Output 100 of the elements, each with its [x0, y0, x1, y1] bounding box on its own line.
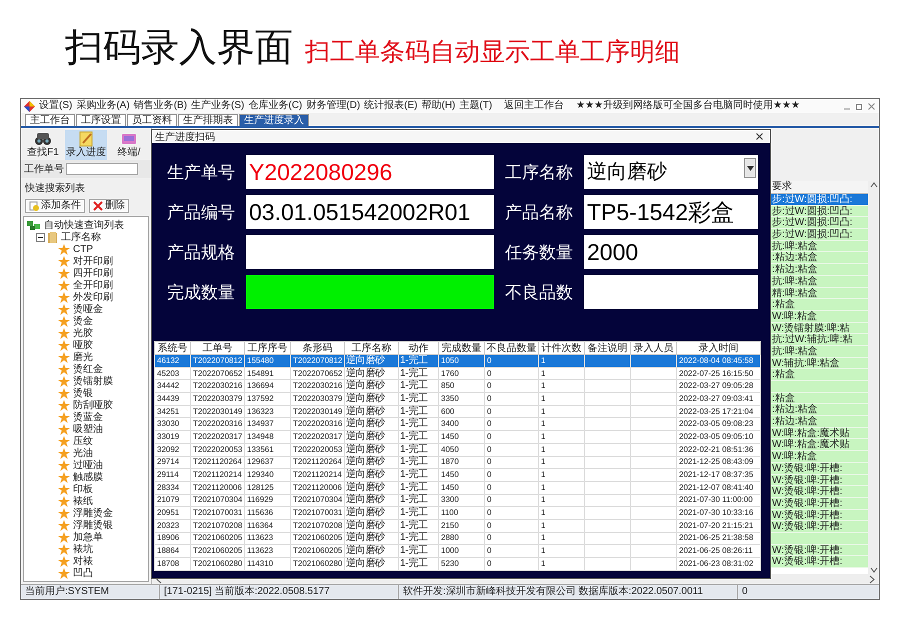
tree-item[interactable]: 烫红金 — [73, 362, 103, 376]
tree-item[interactable]: 压纹 — [73, 434, 93, 448]
table-cell: 抗:啤:粘盒 — [770, 240, 868, 252]
tree-item[interactable]: 烫哑金 — [73, 302, 103, 316]
input-field[interactable] — [584, 275, 758, 309]
column-header[interactable]: 条形码 — [290, 342, 344, 354]
tree-item[interactable]: 工序名称 — [61, 230, 101, 244]
table-cell: W:烫银:啤:开槽: — [770, 486, 868, 498]
scroll-down-icon[interactable] — [868, 566, 878, 574]
collapse-icon[interactable] — [36, 232, 45, 242]
column-header[interactable]: 备注说明 — [584, 342, 630, 354]
toolbar-button[interactable]: 录入进度 — [65, 130, 107, 160]
tree-item[interactable]: 加急单 — [73, 530, 103, 544]
column-header[interactable]: 工单号 — [190, 342, 244, 354]
table-cell: 逆向磨砂 — [346, 418, 385, 430]
column-header[interactable]: 计件次数 — [538, 342, 584, 354]
toolbar-button[interactable]: 终端/ — [109, 130, 149, 160]
tree-item[interactable]: 凹凸 — [73, 566, 93, 580]
tree-item[interactable]: 裱坑 — [73, 542, 93, 556]
table-cell: 2022-08-04 08:45:58 — [679, 356, 754, 365]
order-input[interactable] — [66, 163, 138, 175]
menu-item[interactable]: 采购业务(A) — [76, 100, 130, 112]
tree-item[interactable]: 印板 — [73, 482, 93, 496]
column-header[interactable]: 工序名称 — [344, 342, 398, 354]
menu-item[interactable]: 仓库业务(C) — [248, 100, 302, 112]
panel-button[interactable]: 添加条件 — [25, 199, 85, 213]
tree-item[interactable]: 浮雕烫银 — [73, 518, 113, 532]
column-header[interactable]: 录入时间 — [676, 342, 760, 354]
tab[interactable]: 生产排期表 — [178, 114, 238, 126]
tab[interactable]: 工序设置 — [76, 114, 126, 126]
tree-item[interactable]: 烫银 — [73, 386, 93, 400]
scroll-up-icon[interactable] — [868, 181, 878, 189]
input-field[interactable]: TP5-1542彩盒 — [584, 195, 758, 229]
input-field[interactable]: 03.01.051542002R01 — [246, 195, 494, 229]
menu-item[interactable]: 主题(T) — [459, 100, 492, 112]
table-cell: T2022030379 — [293, 394, 342, 403]
tree-item[interactable]: 烫蓝金 — [73, 410, 103, 424]
table-cell: 1-完工 — [400, 482, 428, 493]
column-header[interactable]: 完成数量 — [438, 342, 484, 354]
table-cell: 2022-03-27 09:05:28 — [679, 381, 754, 390]
tree-item[interactable]: 四开印刷 — [73, 266, 113, 280]
restore-icon[interactable] — [855, 102, 864, 110]
tree-item[interactable]: CTP — [73, 244, 93, 254]
column-header[interactable]: 要求 — [770, 181, 868, 194]
table-cell: 2022-03-05 09:08:23 — [679, 419, 754, 428]
tree-item[interactable]: 全开印刷 — [73, 278, 113, 292]
menu-item[interactable]: 统计报表(E) — [364, 100, 418, 112]
tree-item[interactable]: 光胶 — [73, 326, 93, 340]
tree-item[interactable]: 自动快速查询列表 — [44, 218, 124, 232]
table-cell: 逆向磨砂 — [346, 368, 385, 379]
tree-item[interactable]: 裱纸 — [73, 494, 93, 508]
menu-item[interactable]: 生产业务(S) — [191, 100, 244, 112]
column-header[interactable]: 动作 — [398, 342, 438, 354]
tree-item[interactable]: 烫镭射膜 — [73, 374, 113, 388]
table-cell: 3300 — [441, 495, 459, 504]
menu-item[interactable]: 设置(S) — [39, 100, 72, 112]
tree-item[interactable]: 磨光 — [73, 350, 93, 364]
tree-item[interactable]: 烫金 — [73, 314, 93, 328]
tab[interactable]: 员工资料 — [127, 114, 177, 126]
tree-item[interactable]: 光油 — [73, 446, 93, 460]
toolbar-button[interactable]: 查找F1 — [23, 130, 63, 160]
star-icon — [58, 496, 70, 506]
star-icon — [58, 376, 70, 386]
input-field[interactable] — [246, 235, 494, 269]
panel-button[interactable]: 删除 — [89, 199, 129, 213]
tree-item[interactable]: 吸塑油 — [73, 422, 103, 436]
scroll-right-icon[interactable] — [868, 574, 876, 584]
input-field[interactable] — [246, 275, 494, 309]
menu-item[interactable]: 财务管理(D) — [306, 100, 360, 112]
star-icon — [58, 448, 70, 458]
upgrade-notice: ★★★升级到网络版可全国多台电脑同时使用★★★ — [576, 100, 800, 112]
input-field[interactable]: Y2022080296 — [246, 155, 494, 189]
tree-item[interactable]: 哑胶 — [73, 338, 93, 352]
star-icon — [58, 292, 70, 302]
tree-item[interactable]: 触感膜 — [73, 470, 103, 484]
status-text: 当前用户:SYSTEM — [21, 585, 160, 599]
tree-item[interactable]: 对裱 — [73, 554, 93, 568]
column-header[interactable]: 不良品数量 — [484, 342, 538, 354]
return-link[interactable]: 返回主工作台 — [504, 100, 564, 112]
select-field[interactable]: 逆向磨砂 — [584, 155, 758, 189]
table-cell: 134948 — [247, 432, 274, 441]
table-cell: :粘盒 — [770, 299, 868, 311]
close-icon[interactable] — [755, 132, 764, 141]
star-icon — [58, 400, 70, 410]
table-cell: :粘边:粘盒 — [770, 404, 868, 416]
menu-item[interactable]: 帮助(H) — [422, 100, 456, 112]
column-header[interactable]: 工序序号 — [244, 342, 290, 354]
tab[interactable]: 主工作台 — [25, 114, 75, 126]
tree-item[interactable]: 过哑油 — [73, 458, 103, 472]
menu-item[interactable]: 销售业务(B) — [134, 100, 188, 112]
tree-item[interactable]: 对开印刷 — [73, 254, 113, 268]
tree-item[interactable]: 外发印刷 — [73, 290, 113, 304]
tree-item[interactable]: 防刮哑胶 — [73, 398, 113, 412]
input-field[interactable]: 2000 — [584, 235, 758, 269]
vertical-scrollbar[interactable] — [868, 181, 879, 574]
tree-item[interactable]: 浮雕烫金 — [73, 506, 113, 520]
column-header[interactable]: 录入人员 — [630, 342, 676, 354]
tab[interactable]: 生产进度录入 — [239, 114, 309, 126]
table-cell: 1-完工 — [400, 532, 428, 544]
column-header[interactable]: 系统号 — [154, 342, 190, 354]
